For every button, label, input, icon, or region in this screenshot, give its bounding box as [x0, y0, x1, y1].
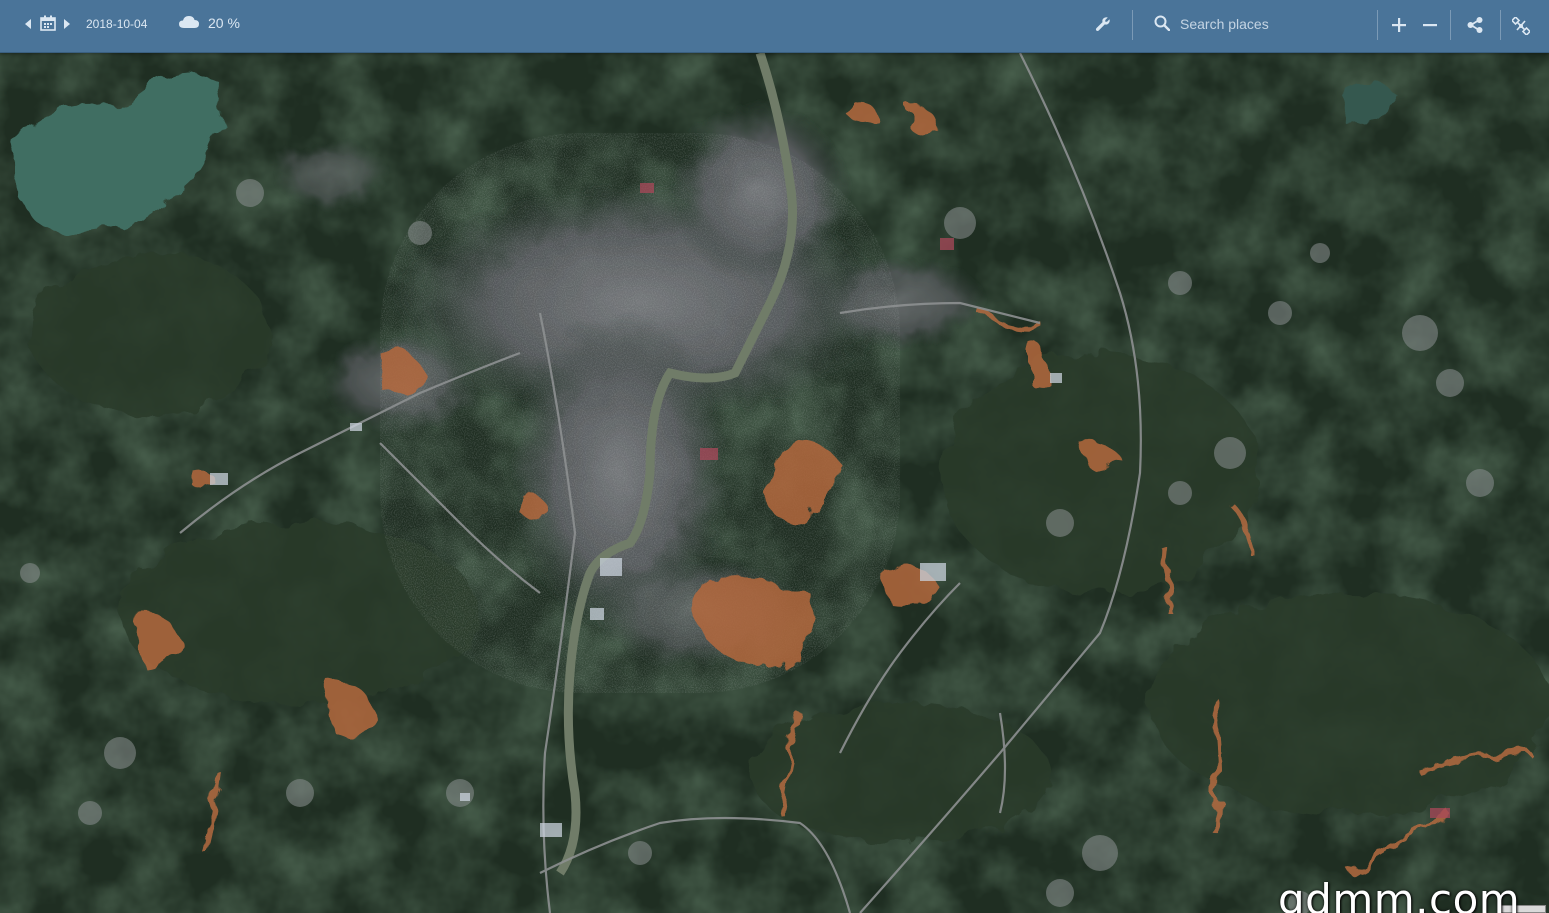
calendar-button[interactable]: [39, 13, 57, 33]
selected-date[interactable]: 2018-10-04: [86, 17, 147, 31]
caret-left-icon: [25, 19, 31, 29]
caret-right-icon: [64, 19, 70, 29]
next-date-button[interactable]: [61, 16, 73, 32]
toolbar-divider: [1450, 10, 1451, 40]
wrench-icon: [1095, 17, 1110, 31]
search-input[interactable]: [1176, 12, 1374, 36]
toolbar-divider: [1500, 10, 1501, 40]
minus-icon: [1423, 24, 1437, 27]
share-icon: [1467, 17, 1483, 33]
cloud-icon: [179, 16, 199, 28]
satellite-map[interactable]: gdmm.com: [0, 53, 1549, 913]
satellite-imagery: [0, 53, 1549, 913]
cloud-coverage-value[interactable]: 20 %: [208, 15, 240, 31]
satellite-icon: [1512, 17, 1530, 35]
previous-date-button[interactable]: [22, 16, 34, 32]
plus-icon: [1392, 18, 1406, 32]
toolbar-divider: [1132, 10, 1133, 40]
share-button[interactable]: [1463, 13, 1487, 37]
satellite-settings-button[interactable]: [1509, 13, 1533, 39]
zoom-in-button[interactable]: [1387, 13, 1411, 37]
cloud-filter-button[interactable]: [178, 13, 200, 31]
toolbar-divider: [1377, 10, 1378, 40]
tools-button[interactable]: [1092, 13, 1114, 35]
zoom-out-button[interactable]: [1418, 13, 1442, 37]
calendar-icon: [40, 15, 56, 31]
search-icon: [1154, 15, 1170, 31]
top-toolbar: 2018-10-04 20 %: [0, 0, 1549, 53]
search-icon-container: [1152, 13, 1172, 33]
watermark: gdmm.com: [1278, 875, 1521, 913]
